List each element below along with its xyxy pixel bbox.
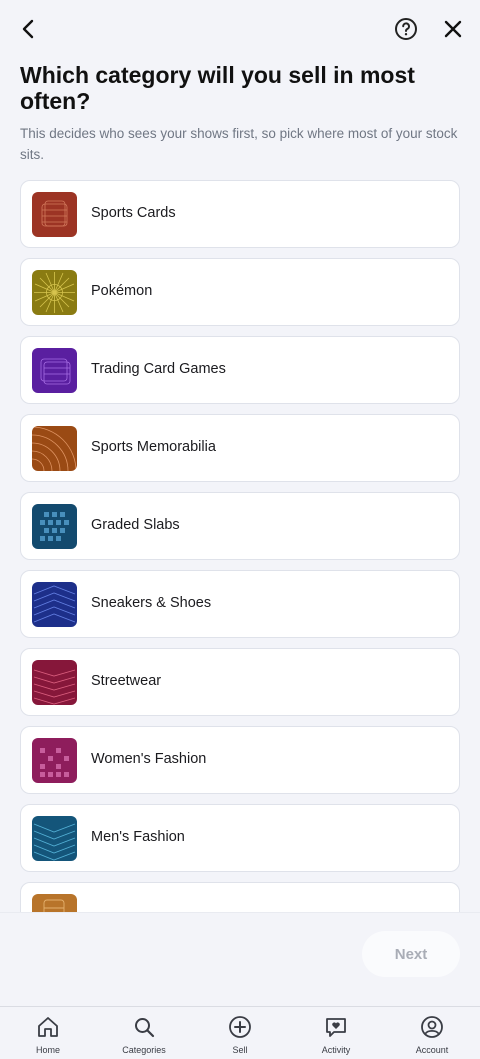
tab-label: Sell — [232, 1045, 248, 1055]
category-option-sports-cards[interactable]: Sports Cards — [20, 180, 460, 248]
back-button[interactable] — [14, 14, 44, 44]
category-label: Women's Fashion — [91, 751, 207, 767]
category-option-sneakers-shoes[interactable]: Sneakers & Shoes — [20, 570, 460, 638]
tab-home[interactable]: Home — [0, 1007, 96, 1059]
heart-chat-icon — [326, 1018, 346, 1037]
category-option-streetwear[interactable]: Streetwear — [20, 648, 460, 716]
category-label: Sports Cards — [91, 205, 176, 221]
graded-slabs-thumbnail — [32, 504, 77, 549]
tab-label: Activity — [321, 1045, 351, 1055]
tab-label: Categories — [122, 1045, 166, 1055]
tab-sell[interactable]: Sell — [192, 1007, 288, 1059]
category-label: Sneakers & Shoes — [91, 595, 212, 611]
top-bar — [0, 0, 480, 60]
category-list: Sports Cards Pokémon Trading Card Games … — [20, 180, 460, 912]
sneakers-shoes-thumbnail — [32, 582, 77, 627]
help-button[interactable] — [391, 14, 421, 44]
category-thumbnail — [32, 894, 77, 912]
mens-fashion-thumbnail — [32, 816, 77, 861]
tab-account[interactable]: Account — [384, 1007, 480, 1059]
category-label: Streetwear — [91, 673, 162, 689]
next-button[interactable]: Next — [362, 931, 460, 977]
account-icon — [421, 1016, 443, 1038]
category-option-partial[interactable] — [20, 882, 460, 912]
category-label: Graded Slabs — [91, 517, 180, 533]
plus-circle-icon — [229, 1016, 251, 1038]
category-option-mens-fashion[interactable]: Men's Fashion — [20, 804, 460, 872]
tab-activity[interactable]: Activity — [288, 1007, 384, 1059]
streetwear-thumbnail — [32, 660, 77, 705]
category-label: Men's Fashion — [91, 829, 185, 845]
category-label: Trading Card Games — [91, 361, 226, 377]
category-option-sports-memorabilia[interactable]: Sports Memorabilia — [20, 414, 460, 482]
category-option-womens-fashion[interactable]: Women's Fashion — [20, 726, 460, 794]
category-option-pokemon[interactable]: Pokémon — [20, 258, 460, 326]
tab-label: Home — [35, 1045, 60, 1055]
search-icon — [135, 1018, 155, 1038]
womens-fashion-thumbnail — [32, 738, 77, 783]
tab-label: Account — [415, 1045, 449, 1055]
page-subtitle: This decides who sees your shows first, … — [20, 126, 458, 162]
sports-memorabilia-thumbnail — [32, 426, 77, 471]
trading-card-games-thumbnail — [32, 348, 77, 393]
home-icon — [38, 1017, 58, 1037]
pokemon-thumbnail — [32, 270, 77, 315]
sports-cards-thumbnail — [32, 192, 77, 237]
page-title: Which category will you sell in most oft… — [20, 62, 415, 114]
bottom-tab-bar: Home Categories Sell Activity Account — [0, 1006, 480, 1059]
help-icon — [395, 18, 417, 40]
close-button[interactable] — [438, 14, 468, 44]
tab-categories[interactable]: Categories — [96, 1007, 192, 1059]
category-option-graded-slabs[interactable]: Graded Slabs — [20, 492, 460, 560]
close-icon — [444, 20, 462, 38]
category-label: Pokémon — [91, 283, 153, 299]
category-option-trading-card-games[interactable]: Trading Card Games — [20, 336, 460, 404]
category-label: Sports Memorabilia — [91, 439, 216, 455]
chevron-left-icon — [22, 19, 34, 39]
footer: Next — [0, 912, 480, 1007]
